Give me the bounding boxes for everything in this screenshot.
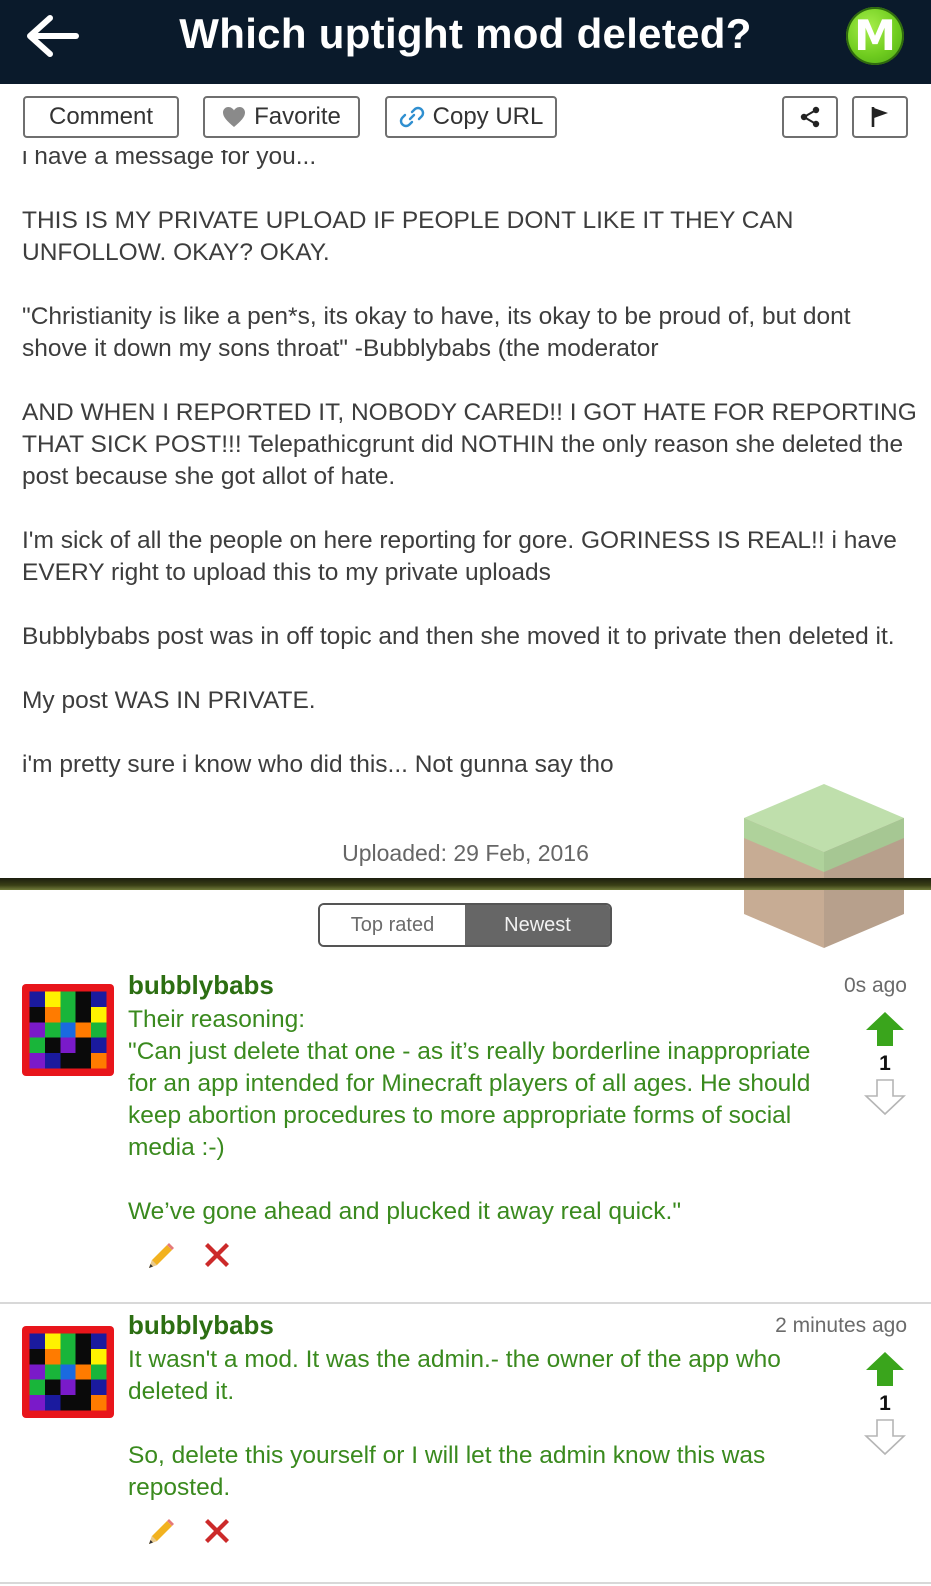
vote-count: 1 [879,1052,891,1075]
post-paragraph: i have a message for you... [22,150,317,170]
comment-item: bubblybabs 2 minutes ago It wasn't a mod… [0,1310,931,1580]
post-toolbar: Comment Favorite Copy URL [0,84,931,150]
section-divider [0,878,931,890]
delete-x-icon[interactable] [200,1514,234,1548]
comment-timestamp: 2 minutes ago [775,1314,907,1337]
post-paragraph: "Christianity is like a pen*s, its okay … [22,303,858,362]
comment-separator [0,1582,931,1584]
post-paragraph: I'm sick of all the people on here repor… [22,527,904,586]
post-body: i have a message for you... THIS IS MY P… [0,150,931,880]
upvote-arrow-icon[interactable] [864,1010,906,1048]
comment-text: Their reasoning: "Can just delete that o… [128,1004,818,1260]
page-title: Which uptight mod deleted? [179,10,752,57]
delete-x-icon[interactable] [200,1238,234,1272]
comment-timestamp: 0s ago [843,974,907,997]
comment-paragraph: We’ve gone ahead and plucked it away rea… [128,1198,682,1225]
link-icon [399,106,424,128]
flag-icon [871,107,888,127]
comment-separator [0,1302,931,1304]
post-text: i have a message for you... THIS IS MY P… [22,150,922,813]
vote-count: 1 [879,1392,891,1415]
post-paragraph: THIS IS MY PRIVATE UPLOAD IF PEOPLE DONT… [22,207,801,266]
share-icon [800,106,820,128]
post-paragraph: AND WHEN I REPORTED IT, NOBODY CARED!! I… [22,399,924,490]
avatar[interactable] [22,1326,114,1418]
tab-newest[interactable]: Newest [465,905,610,945]
comment-text: It wasn't a mod. It was the admin.- the … [128,1344,818,1536]
comment-paragraph: It wasn't a mod. It was the admin.- the … [128,1346,788,1405]
favorite-button-label: Favorite [254,103,341,130]
downvote-arrow-icon[interactable] [864,1078,906,1116]
post-paragraph: My post WAS IN PRIVATE. [22,687,316,714]
comment-sort-tabs: Top rated Newest [318,903,612,947]
app-logo[interactable]: M [846,7,904,65]
comment-username[interactable]: bubblybabs [128,970,274,1001]
comment-paragraph: Their reasoning: "Can just delete that o… [128,1006,811,1161]
comment-item: bubblybabs 0s ago Their reasoning: "Can … [0,970,931,1300]
avatar[interactable] [22,984,114,1076]
flag-button[interactable] [852,96,908,138]
post-paragraph: Bubblybabs post was in off topic and the… [22,623,895,650]
comment-username[interactable]: bubblybabs [128,1310,274,1341]
favorite-button[interactable]: Favorite [203,96,360,138]
share-button[interactable] [782,96,838,138]
comment-paragraph: So, delete this yourself or I will let t… [128,1442,773,1501]
comment-button-label: Comment [48,103,154,130]
heart-icon [223,107,246,127]
downvote-arrow-icon[interactable] [864,1418,906,1456]
upload-date: Uploaded: 29 Feb, 2016 [342,840,589,866]
copy-url-button[interactable]: Copy URL [385,96,557,138]
upvote-arrow-icon[interactable] [864,1350,906,1388]
pencil-edit-icon[interactable] [145,1240,177,1272]
post-paragraph: i'm pretty sure i know who did this... N… [22,751,614,778]
tab-top-rated[interactable]: Top rated [320,905,465,945]
copy-url-button-label: Copy URL [432,103,544,130]
comment-button[interactable]: Comment [23,96,179,138]
pencil-edit-icon[interactable] [145,1516,177,1548]
app-header: Which uptight mod deleted? M [0,0,931,84]
